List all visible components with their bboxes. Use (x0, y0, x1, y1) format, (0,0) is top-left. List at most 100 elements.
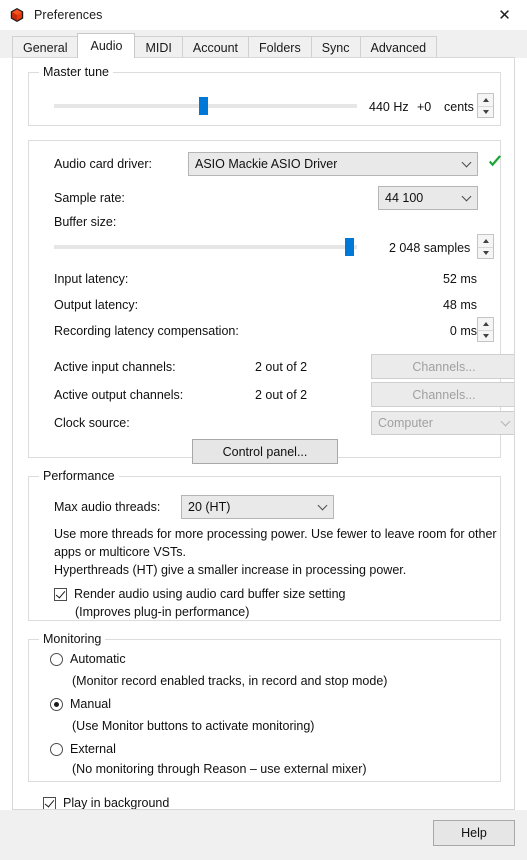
audio-card-driver-select[interactable]: ASIO Mackie ASIO Driver (188, 152, 478, 176)
slider-track (54, 245, 357, 249)
tab-sync[interactable]: Sync (310, 36, 361, 58)
stepper-down-button[interactable] (478, 329, 493, 342)
preferences-window: Preferences ✕ General Audio MIDI Account… (0, 0, 527, 860)
monitoring-option-automatic-label: Automatic (70, 652, 126, 666)
radio-icon[interactable] (50, 697, 63, 711)
audio-card-group: Audio card driver: ASIO Mackie ASIO Driv… (28, 140, 514, 464)
control-panel-button[interactable]: Control panel... (192, 439, 338, 464)
performance-description-line2: apps or multicore VSTs. (54, 545, 186, 559)
slider-thumb[interactable] (344, 238, 354, 256)
stepper-down-button[interactable] (478, 246, 493, 259)
performance-description-line3: Hyperthreads (HT) give a smaller increas… (54, 563, 407, 577)
input-channels-button[interactable]: Channels... (371, 354, 514, 379)
master-tune-frequency: 440 Hz (369, 100, 409, 114)
monitoring-title: Monitoring (39, 632, 106, 646)
active-output-channels-value: 2 out of 2 (255, 388, 308, 402)
active-output-channels-label: Active output channels: (54, 388, 184, 402)
caret-down-icon (482, 333, 489, 338)
max-audio-threads-label: Max audio threads: (54, 500, 161, 514)
tab-general[interactable]: General (12, 36, 79, 58)
window-title: Preferences (34, 8, 103, 22)
monitoring-option-automatic[interactable]: Automatic (50, 652, 126, 666)
tab-account[interactable]: Account (181, 36, 250, 58)
chevron-down-icon (461, 157, 472, 168)
audio-card-driver-label: Audio card driver: (54, 157, 152, 171)
output-channels-button[interactable]: Channels... (371, 382, 514, 407)
output-latency-value: 48 ms (442, 298, 477, 312)
performance-description-line1: Use more threads for more processing pow… (54, 527, 497, 541)
buffer-size-label: Buffer size: (54, 215, 117, 229)
recording-latency-stepper[interactable] (477, 317, 494, 342)
master-tune-offset: +0 (417, 100, 432, 114)
recording-latency-compensation-value: 0 ms (449, 324, 477, 338)
reason-app-icon (9, 7, 25, 23)
title-bar: Preferences ✕ (0, 0, 527, 30)
sample-rate-select[interactable]: 44 100 (378, 186, 478, 210)
chevron-down-icon (461, 191, 472, 202)
max-audio-threads-value: 20 (HT) (188, 500, 231, 514)
tab-folders[interactable]: Folders (248, 36, 312, 58)
checkbox-icon[interactable] (43, 797, 56, 809)
clock-source-select[interactable]: Computer (371, 411, 514, 435)
stepper-up-button[interactable] (478, 235, 493, 247)
clock-source-label: Clock source: (54, 416, 130, 430)
input-latency-value: 52 ms (442, 272, 477, 286)
performance-title: Performance (39, 469, 119, 483)
tab-audio[interactable]: Audio (77, 33, 136, 58)
radio-icon[interactable] (50, 652, 63, 666)
caret-up-icon (482, 238, 489, 243)
monitoring-option-external-description: (No monitoring through Reason – use exte… (72, 762, 367, 776)
buffer-size-stepper[interactable] (477, 234, 494, 259)
render-audio-buffer-checkbox[interactable]: Render audio using audio card buffer siz… (54, 587, 345, 601)
monitoring-option-manual[interactable]: Manual (50, 697, 111, 711)
tab-advanced[interactable]: Advanced (359, 36, 438, 58)
caret-down-icon (482, 250, 489, 255)
play-in-background-checkbox[interactable]: Play in background (43, 796, 170, 810)
max-audio-threads-select[interactable]: 20 (HT) (181, 495, 334, 519)
active-input-channels-value: 2 out of 2 (255, 360, 308, 374)
master-tune-title: Master tune (39, 65, 114, 79)
master-tune-group: Master tune 440 Hz +0 cents (28, 65, 501, 126)
tab-midi[interactable]: MIDI (134, 36, 183, 58)
stepper-up-button[interactable] (478, 94, 493, 106)
master-tune-unit: cents (444, 100, 474, 114)
active-input-channels-label: Active input channels: (54, 360, 176, 374)
driver-ok-green-check-icon (487, 154, 503, 170)
sample-rate-value: 44 100 (385, 191, 424, 205)
input-latency-label: Input latency: (54, 272, 129, 286)
master-tune-stepper[interactable] (477, 93, 494, 118)
buffer-size-value: 2 048 samples (389, 241, 471, 255)
help-button[interactable]: Help (433, 820, 515, 846)
monitoring-option-manual-label: Manual (70, 697, 111, 711)
stepper-up-button[interactable] (478, 318, 493, 330)
recording-latency-compensation-label: Recording latency compensation: (54, 324, 239, 338)
dialog-footer: Help (0, 810, 527, 860)
caret-up-icon (482, 97, 489, 102)
checkbox-icon[interactable] (54, 588, 67, 601)
stepper-down-button[interactable] (478, 105, 493, 118)
clock-source-value: Computer (378, 416, 433, 430)
render-audio-buffer-sublabel: (Improves plug-in performance) (75, 605, 250, 619)
monitoring-option-manual-description: (Use Monitor buttons to activate monitor… (72, 719, 315, 733)
caret-down-icon (482, 109, 489, 114)
sample-rate-label: Sample rate: (54, 191, 125, 205)
chevron-down-icon (317, 500, 328, 511)
tab-strip: General Audio MIDI Account Folders Sync … (0, 30, 527, 58)
performance-group: Performance Max audio threads: 20 (HT) U… (28, 469, 501, 621)
radio-icon[interactable] (50, 742, 63, 756)
close-icon[interactable]: ✕ (482, 0, 527, 30)
monitoring-option-external-label: External (70, 742, 116, 756)
audio-card-driver-value: ASIO Mackie ASIO Driver (195, 157, 338, 171)
master-tune-slider[interactable] (54, 97, 357, 115)
monitoring-option-external[interactable]: External (50, 742, 116, 756)
play-in-background-label: Play in background (63, 796, 170, 810)
audio-tab-panel: Master tune 440 Hz +0 cents Audio card d… (12, 57, 515, 810)
output-latency-label: Output latency: (54, 298, 139, 312)
chevron-down-icon (500, 416, 511, 427)
slider-thumb[interactable] (199, 97, 209, 115)
render-audio-buffer-label: Render audio using audio card buffer siz… (74, 587, 346, 601)
monitoring-option-automatic-description: (Monitor record enabled tracks, in recor… (72, 674, 388, 688)
monitoring-group: Monitoring Automatic (Monitor record ena… (28, 632, 501, 782)
caret-up-icon (482, 321, 489, 326)
buffer-size-slider[interactable] (54, 238, 357, 256)
